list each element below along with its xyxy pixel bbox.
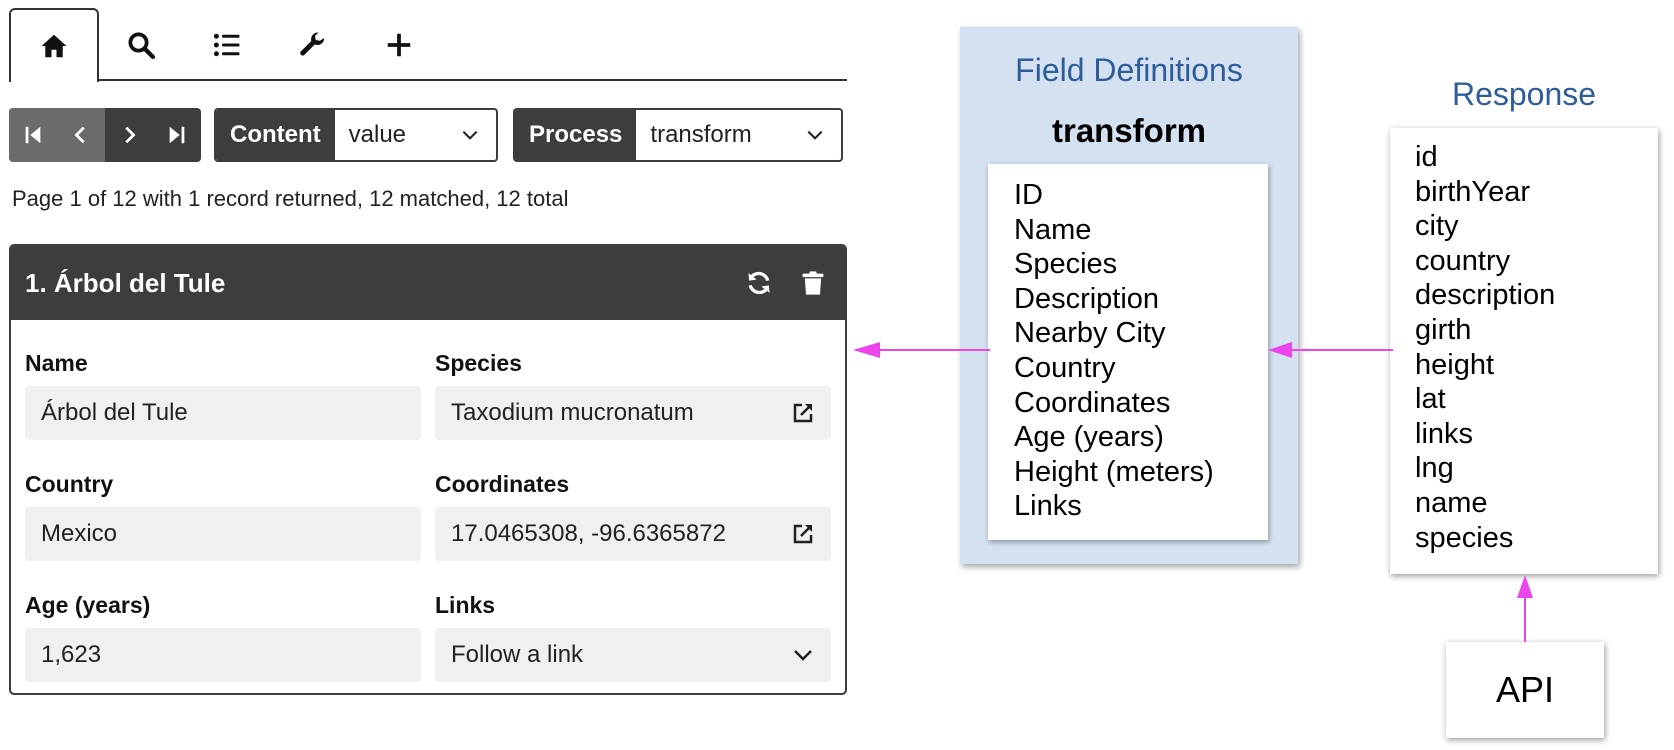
- next-page-button[interactable]: [105, 108, 153, 162]
- api-label: API: [1495, 669, 1555, 710]
- field-definition-item: Coordinates: [1014, 386, 1171, 419]
- country-field[interactable]: Mexico: [25, 507, 421, 561]
- refresh-icon[interactable]: [745, 269, 773, 297]
- response-item: links: [1415, 417, 1474, 450]
- response-item: girth: [1415, 313, 1472, 346]
- response-item: country: [1415, 244, 1511, 277]
- response-item: height: [1415, 348, 1495, 381]
- response-item: lng: [1415, 452, 1454, 485]
- field-definition-item: Height (meters): [1014, 455, 1214, 488]
- country-label: Country: [25, 471, 114, 497]
- age-label: Age (years): [25, 592, 151, 618]
- external-link-icon[interactable]: [791, 401, 815, 425]
- age-value: 1,623: [41, 641, 102, 668]
- chevron-left-icon: [74, 126, 85, 144]
- response-item: lat: [1415, 383, 1446, 416]
- chevron-down-icon: [807, 130, 823, 140]
- content-label: Content: [216, 110, 335, 160]
- process-select-group: Process transform: [513, 108, 843, 162]
- age-field[interactable]: 1,623: [25, 628, 421, 682]
- field-definition-item: Name: [1014, 213, 1092, 246]
- coordinates-field[interactable]: 17.0465308, -96.6365872: [435, 507, 831, 561]
- links-select[interactable]: Follow a link: [435, 628, 831, 682]
- name-field[interactable]: Árbol del Tule: [25, 386, 421, 440]
- tab-list[interactable]: [182, 8, 272, 82]
- chevron-down-icon: [462, 130, 478, 140]
- field-definition-item: Species: [1014, 248, 1118, 281]
- record-title: 1. Árbol del Tule: [25, 267, 226, 298]
- name-value: Árbol del Tule: [41, 399, 188, 426]
- arrow-api-to-response: [1517, 575, 1533, 642]
- process-select-value: transform: [650, 121, 752, 148]
- content-select-group: Content value: [214, 108, 498, 162]
- field-definition-item: Nearby City: [1014, 317, 1166, 350]
- content-select-value: value: [348, 121, 407, 148]
- name-label: Name: [25, 350, 88, 376]
- species-value: Taxodium mucronatum: [451, 399, 694, 426]
- response-list: id birthYear city country description gi…: [1390, 128, 1658, 574]
- list-icon: [213, 33, 240, 57]
- response-title: Response: [1451, 76, 1597, 112]
- results-status: Page 1 of 12 with 1 record returned, 12 …: [12, 186, 569, 211]
- response-item: city: [1415, 210, 1459, 243]
- coordinates-label: Coordinates: [435, 471, 570, 497]
- chevron-right-icon: [125, 126, 136, 144]
- chevron-down-icon: [794, 650, 812, 661]
- tab-tools[interactable]: [268, 8, 358, 82]
- response-item: species: [1415, 521, 1514, 554]
- home-icon: [41, 34, 67, 58]
- last-page-icon: [169, 126, 185, 144]
- search-icon: [128, 32, 156, 60]
- last-page-button[interactable]: [153, 108, 201, 162]
- field-definitions-title: Field Definitions: [1015, 52, 1243, 88]
- field-definitions-list: ID Name Species Description Nearby City …: [988, 164, 1268, 540]
- tab-home[interactable]: [9, 8, 99, 82]
- process-label: Process: [515, 110, 637, 160]
- pagination-controls: [9, 108, 201, 162]
- record-header: 1. Árbol del Tule: [11, 246, 845, 320]
- response-item: birthYear: [1415, 175, 1531, 208]
- links-select-value: Follow a link: [451, 641, 584, 668]
- previous-page-button[interactable]: [57, 108, 105, 162]
- field-definition-item: Age (years): [1014, 421, 1164, 454]
- process-select[interactable]: transform: [636, 110, 841, 160]
- tab-search[interactable]: [96, 8, 186, 82]
- tab-add[interactable]: [354, 8, 444, 82]
- external-link-icon[interactable]: [791, 522, 815, 546]
- record-card: 1. Árbol del Tule Name Árbol del Tule Sp…: [9, 244, 847, 695]
- field-definition-item: ID: [1014, 179, 1043, 211]
- species-field[interactable]: Taxodium mucronatum: [435, 386, 831, 440]
- response-item: name: [1415, 486, 1488, 519]
- coordinates-value: 17.0465308, -96.6365872: [451, 520, 726, 547]
- first-page-button[interactable]: [9, 108, 57, 162]
- field-definitions-subtitle: transform: [1051, 112, 1207, 149]
- trash-icon[interactable]: [799, 269, 827, 297]
- species-label: Species: [435, 350, 522, 376]
- response-item: description: [1415, 279, 1556, 312]
- wrench-icon: [300, 32, 325, 56]
- plus-icon: [387, 33, 411, 57]
- country-value: Mexico: [41, 520, 118, 547]
- response-item: id: [1415, 141, 1438, 173]
- api-box: API: [1446, 642, 1604, 738]
- field-definition-item: Links: [1014, 490, 1082, 523]
- first-page-icon: [25, 126, 41, 144]
- links-label: Links: [435, 592, 496, 618]
- field-definition-item: Country: [1014, 351, 1116, 384]
- field-definition-item: Description: [1014, 282, 1160, 315]
- content-select[interactable]: value: [335, 110, 496, 160]
